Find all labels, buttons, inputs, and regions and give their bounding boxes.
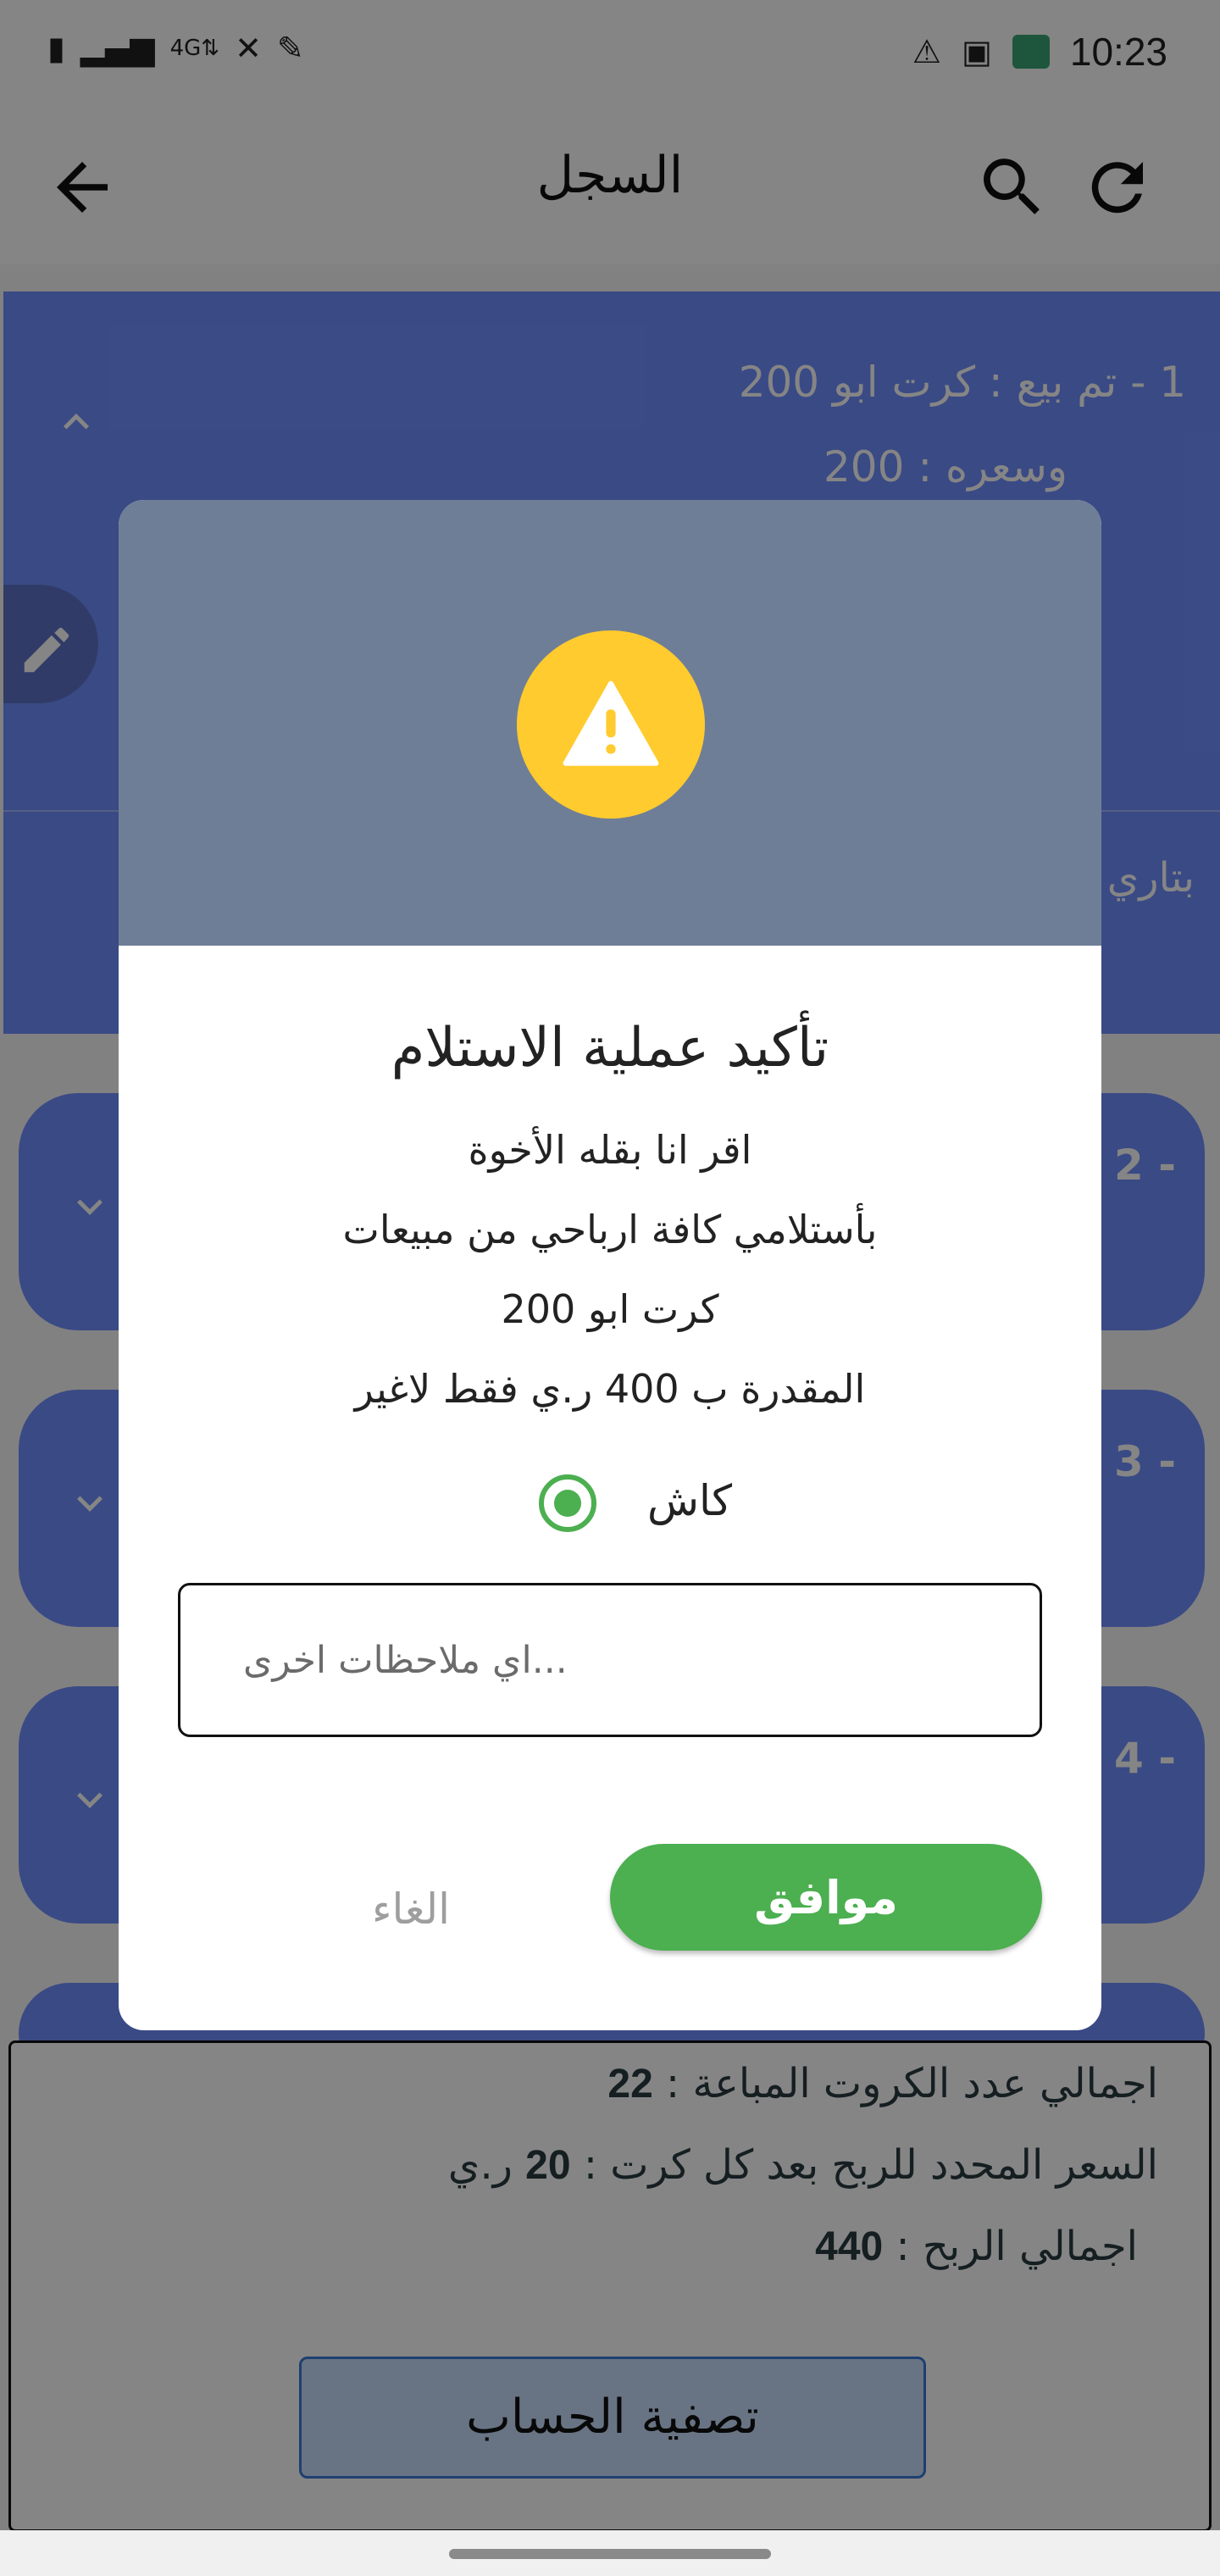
warning-badge	[517, 630, 705, 819]
confirm-receipt-dialog: تأكيد عملية الاستلام اقر انا بقله الأخوة…	[119, 500, 1101, 2030]
cash-radio-label[interactable]: كاش	[647, 1476, 732, 1525]
dialog-message-line: بأستلامي كافة ارباحي من مبيعات	[342, 1207, 878, 1252]
dialog-header	[119, 500, 1101, 946]
navigation-bar	[0, 2530, 1220, 2576]
gesture-handle[interactable]	[449, 2549, 771, 2559]
cancel-button[interactable]: الغاء	[305, 1863, 517, 1956]
cash-radio-button[interactable]	[539, 1474, 596, 1532]
dialog-title: تأكيد عملية الاستلام	[391, 1017, 829, 1080]
dialog-message-line: كرت ابو 200	[501, 1286, 719, 1332]
warning-triangle-icon	[563, 680, 659, 766]
payment-method-option[interactable]: كاش	[119, 1474, 1101, 1542]
notes-input[interactable]	[178, 1583, 1042, 1737]
dialog-message-line: اقر انا بقله الأخوة	[468, 1127, 752, 1173]
dialog-message-line: المقدرة ب 400 ر.ي فقط لاغير	[354, 1366, 866, 1412]
confirm-button[interactable]: موافق	[610, 1844, 1042, 1951]
